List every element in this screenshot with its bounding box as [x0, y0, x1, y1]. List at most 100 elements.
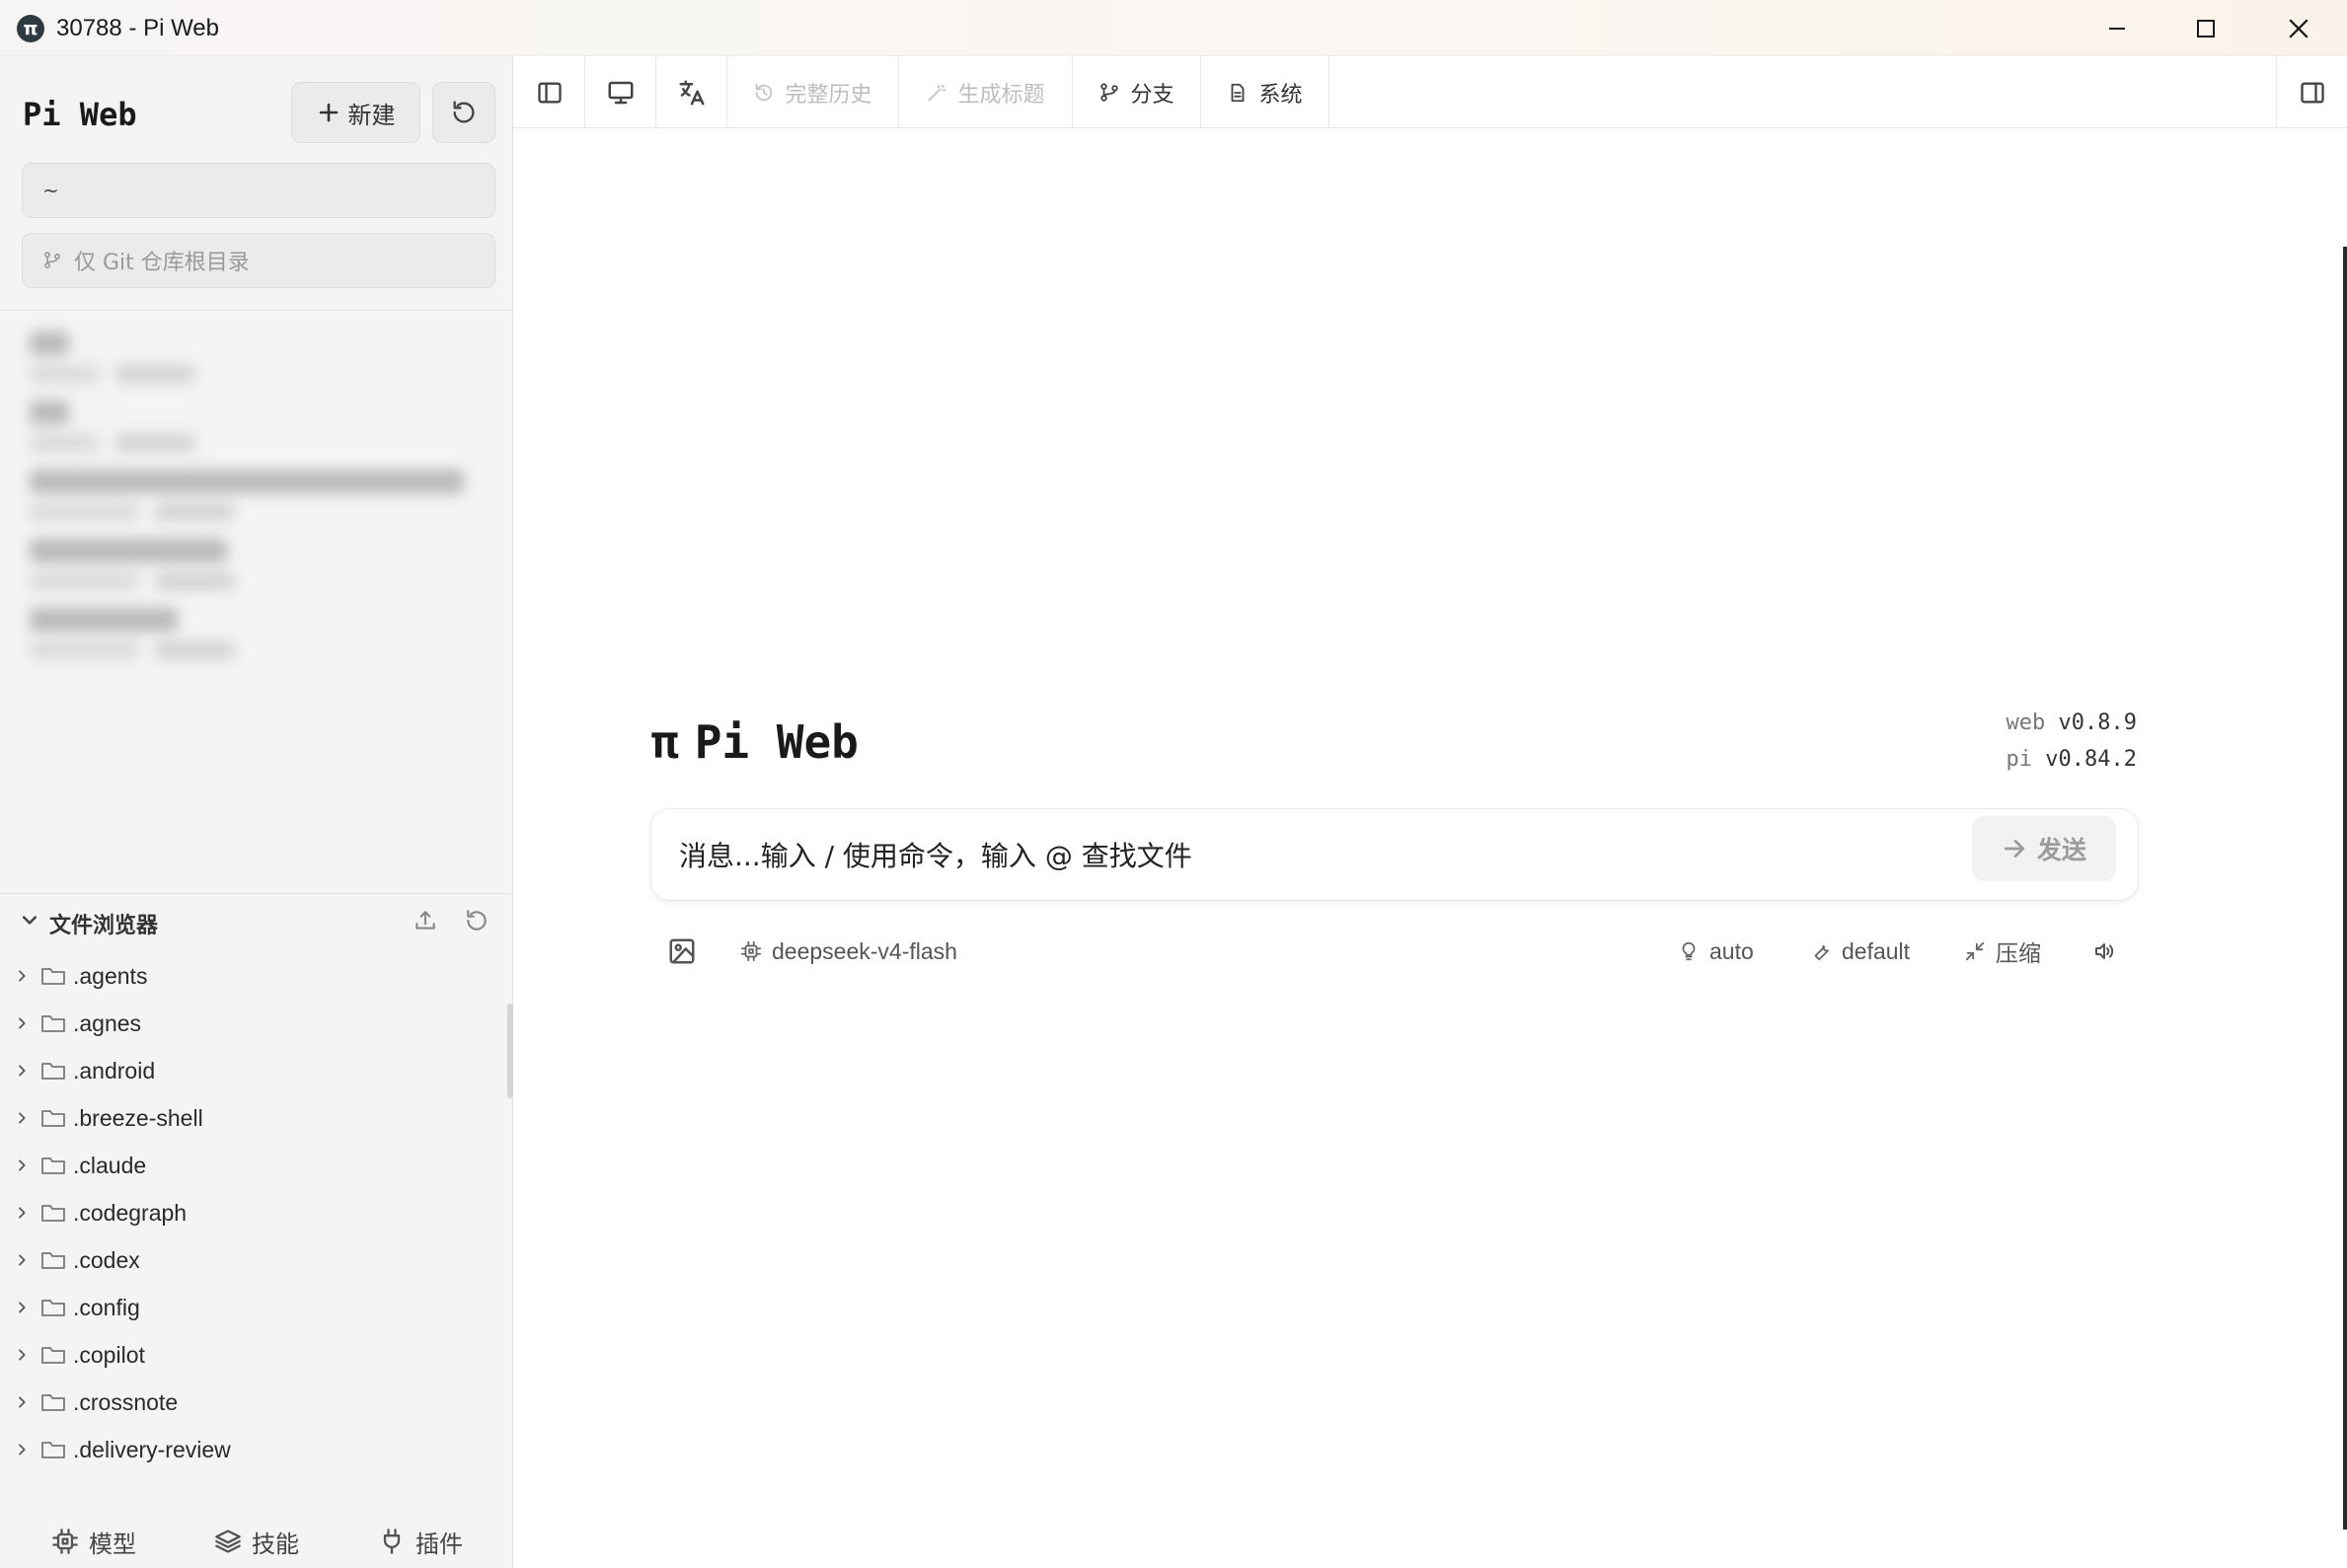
maximize-icon [2197, 19, 2215, 37]
chevron-right-icon[interactable] [0, 1157, 36, 1173]
maximize-button[interactable] [2161, 0, 2250, 56]
file-tree-item[interactable]: .breeze-shell [0, 1094, 503, 1142]
window-title: 30788 - Pi Web [56, 15, 219, 41]
tab-skills-label: 技能 [252, 1530, 299, 1558]
chevron-right-icon[interactable] [0, 1110, 36, 1126]
send-label: 发送 [2036, 836, 2086, 864]
lightbulb-icon [1682, 941, 1696, 961]
sidebar-left-icon [537, 82, 562, 104]
file-tree-item-name: .delivery-review [73, 1436, 231, 1462]
layers-icon [215, 1530, 241, 1553]
model-name: deepseek-v4-flash [772, 937, 957, 964]
file-tree-item-name: .codegraph [73, 1199, 188, 1226]
branch-button[interactable]: 分支 [1073, 56, 1201, 128]
chevron-right-icon[interactable] [0, 1205, 36, 1221]
generate-title-button[interactable]: 生成标题 [899, 56, 1073, 128]
system-button[interactable]: 系统 [1201, 56, 1329, 128]
full-history-button[interactable]: 完整历史 [727, 56, 899, 128]
file-browser-header[interactable]: 文件浏览器 [0, 893, 513, 948]
pi-version-key: pi [2006, 747, 2033, 772]
compress-button[interactable]: 压缩 [1964, 932, 2041, 971]
chevron-right-icon[interactable] [0, 968, 36, 984]
chat-input-placeholder[interactable]: 消息...输入 / 使用命令，输入 @ 查找文件 [679, 835, 1192, 874]
refresh-icon[interactable] [464, 908, 490, 933]
sidebar-bottom-tabs: 模型 技能 插件 [0, 1515, 513, 1568]
file-tree-item-name: .android [73, 1057, 156, 1083]
tab-plugins[interactable]: 插件 [378, 1515, 463, 1568]
permission-mode-selector[interactable]: default [1810, 932, 1910, 971]
close-button[interactable] [2254, 0, 2343, 56]
chevron-right-icon[interactable] [0, 1015, 36, 1031]
pi-version-value: v0.84.2 [2045, 747, 2137, 772]
thinking-mode-selector[interactable]: auto [1678, 932, 1754, 971]
chat-input-box[interactable]: 消息...输入 / 使用命令，输入 @ 查找文件 发送 [651, 809, 2138, 900]
folder-icon [36, 1155, 71, 1176]
plus-icon [319, 103, 338, 122]
chevron-right-icon[interactable] [0, 1442, 36, 1457]
folder-icon [36, 1391, 71, 1413]
window-edge [2343, 247, 2347, 1530]
file-tree-item[interactable]: .copilot [0, 1331, 503, 1379]
git-repo-filter-placeholder: 仅 Git 仓库根目录 [74, 251, 250, 275]
git-repo-filter-input[interactable]: 仅 Git 仓库根目录 [22, 233, 495, 288]
new-session-button[interactable]: 新建 [291, 82, 420, 143]
toggle-sidebar-button[interactable] [514, 56, 585, 128]
chevron-right-icon[interactable] [0, 1063, 36, 1079]
minimize-button[interactable] [2073, 0, 2161, 56]
toggle-right-panel-button[interactable] [2276, 56, 2347, 128]
file-tree-item[interactable]: .agents [0, 952, 503, 1000]
chevron-right-icon[interactable] [0, 1300, 36, 1315]
close-icon [2289, 18, 2309, 38]
image-icon [669, 938, 695, 964]
model-selector[interactable]: deepseek-v4-flash [740, 932, 957, 971]
file-tree-item[interactable]: .codex [0, 1236, 503, 1284]
display-button[interactable] [585, 56, 656, 128]
file-tree-item[interactable]: .claude [0, 1142, 503, 1189]
file-tree-item[interactable]: .config [0, 1284, 503, 1331]
attach-image-button[interactable] [667, 932, 697, 971]
file-tree-item[interactable]: .android [0, 1047, 503, 1094]
chevron-right-icon[interactable] [0, 1252, 36, 1268]
document-icon [1232, 83, 1245, 102]
tab-models[interactable]: 模型 [51, 1515, 136, 1568]
send-button[interactable]: 发送 [1972, 816, 2116, 881]
chevron-down-icon[interactable] [20, 910, 39, 930]
full-history-label: 完整历史 [785, 82, 872, 108]
monitor-icon [608, 81, 633, 104]
tab-plugins-label: 插件 [416, 1530, 463, 1558]
pi-logo-icon: π [651, 715, 679, 769]
tab-skills[interactable]: 技能 [214, 1515, 299, 1568]
translate-icon [679, 80, 704, 105]
folder-icon [36, 1249, 71, 1271]
working-directory-input[interactable]: ~ [22, 163, 495, 218]
chevron-right-icon[interactable] [0, 1347, 36, 1363]
app-logo-icon: π [17, 15, 44, 42]
permission-mode-value: default [1842, 937, 1911, 964]
tab-models-label: 模型 [89, 1530, 136, 1558]
web-version-value: v0.8.9 [2058, 710, 2137, 735]
file-tree-scrollbar[interactable] [507, 1004, 513, 1098]
file-tree-item-name: .crossnote [73, 1388, 179, 1415]
session-item-blurred[interactable] [22, 598, 495, 687]
speaker-icon [2095, 943, 2114, 959]
file-tree-item[interactable]: .crossnote [0, 1379, 503, 1426]
file-tree-item[interactable]: .agnes [0, 1000, 503, 1047]
brand-heading: π Pi Web [651, 715, 859, 769]
speaker-button[interactable] [2092, 932, 2116, 971]
minimize-arrows-icon [1965, 941, 1985, 961]
top-toolbar: 完整历史 生成标题 分支 系统 [514, 56, 2347, 128]
file-tree-item[interactable]: .delivery-review [0, 1426, 503, 1473]
upload-icon[interactable] [413, 908, 438, 933]
refresh-sessions-button[interactable] [432, 82, 495, 143]
sidebar: Pi Web 新建 ~ 仅 Git 仓库根目录 文件浏览器 .agents .ag… [0, 56, 513, 1568]
file-tree: .agents .agnes .android .breeze-shell .claud… [0, 952, 513, 1525]
file-browser-title: 文件浏览器 [49, 914, 159, 938]
sidebar-title: Pi Web [23, 96, 137, 133]
folder-icon [36, 965, 71, 987]
generate-title-label: 生成标题 [957, 82, 1045, 108]
file-tree-item[interactable]: .codegraph [0, 1189, 503, 1236]
translate-button[interactable] [656, 56, 727, 128]
git-branch-icon [44, 252, 60, 268]
git-branch-icon [1100, 82, 1119, 102]
chevron-right-icon[interactable] [0, 1394, 36, 1410]
